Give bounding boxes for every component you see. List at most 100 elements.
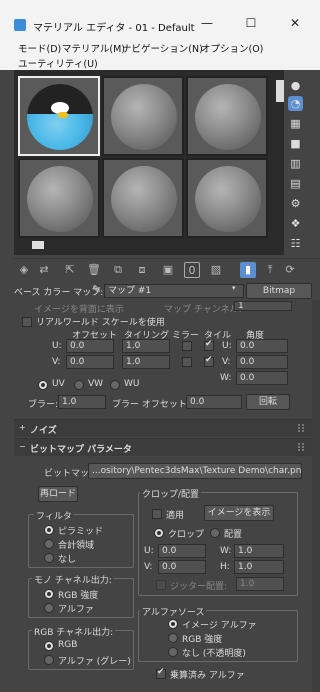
rotate-button[interactable]: 回転 [246,394,290,410]
menu-mode[interactable]: モード(D) [18,41,61,55]
put-library-icon[interactable]: ▣ [160,262,176,278]
map-name-field[interactable]: マップ #1 [104,284,244,298]
chevron-down-icon[interactable]: ▾ [232,284,236,292]
sample-slot-5[interactable] [102,158,184,238]
get-material-icon[interactable]: ◈ [16,262,32,278]
title-bar: マテリアル エディタ - 01 - Default — ☐ ✕ [0,0,320,38]
place-radio[interactable] [210,528,220,538]
menu-material[interactable]: マテリアル(M) [62,41,125,55]
material-id-icon[interactable]: 0 [184,262,200,278]
alpha-source-title: アルファソース [140,605,207,618]
menu-options[interactable]: オプション(O) [201,41,263,55]
bitmap-params-rollout-header[interactable]: − ビットマップ パラメータ [14,438,312,456]
u-offset-field[interactable]: 0.0 [66,339,114,353]
crop-u-label: U: [144,546,154,556]
side-toolbar: ● ◔ ▦ ■ ▥ ▤ ⚙ ❖ ☷ [284,70,320,255]
v-tile-checkbox[interactable] [204,355,214,367]
close-button[interactable]: ✕ [284,12,306,34]
filter-none-radio[interactable] [44,553,54,563]
u-mirror-checkbox[interactable] [182,341,192,351]
drag-handle-icon[interactable] [298,443,304,451]
show-end-result-icon[interactable]: ▮ [240,262,256,278]
maximize-button[interactable]: ☐ [240,12,262,34]
make-unique-icon[interactable]: ⧈ [134,262,150,278]
show-map-icon[interactable]: ▧ [208,262,224,278]
drag-handle-icon[interactable] [298,424,304,432]
filter-pyramid-radio[interactable] [44,525,54,535]
u-angle-field[interactable]: 0.0 [236,339,288,353]
u-tile-checkbox[interactable] [204,339,214,351]
premultiplied-alpha-checkbox[interactable] [156,667,166,679]
uv-radio[interactable] [38,380,48,390]
backlight-icon[interactable]: ◔ [288,96,303,111]
alpha-none-label: なし (不透明度) [182,649,246,659]
menu-utilities[interactable]: ユーティリティ(U) [18,56,98,70]
crop-h-field[interactable]: 1.0 [234,560,284,574]
jitter-field[interactable]: 1.0 [236,577,284,591]
u-label: U: [52,341,62,351]
blur-offset-field[interactable]: 0.0 [186,395,242,409]
real-world-scale-checkbox[interactable] [22,317,32,327]
v-label: V: [52,357,61,367]
v-tiling-field[interactable]: 1.0 [122,355,170,369]
rgb-output-rgb-radio[interactable] [44,641,54,651]
material-map-navigator-icon[interactable]: ☷ [288,236,303,251]
noise-rollout-header[interactable]: + ノイズ [14,419,312,437]
sample-slot-3[interactable] [186,76,268,156]
go-sibling-icon[interactable]: ⟳ [282,262,298,278]
make-preview-icon[interactable]: ▤ [288,176,303,191]
slots-horizontal-scrollbar[interactable] [32,241,44,249]
v-offset-field[interactable]: 0.0 [66,355,114,369]
sample-slot-4[interactable] [18,158,100,238]
material-preview-sphere [195,84,261,150]
show-image-button[interactable]: イメージを表示 [204,505,274,521]
sample-slot-6[interactable] [186,158,268,238]
options-icon[interactable]: ⚙ [288,196,303,211]
map-channel-field[interactable]: 1 [234,301,292,311]
parameters-scrollbar[interactable] [312,300,320,692]
mono-output-title: モノ チャネル出力: [32,573,114,586]
reload-button[interactable]: 再ロード [38,486,78,502]
put-material-icon[interactable]: ⇄ [36,262,52,278]
uv-tiling-icon[interactable]: ■ [288,136,303,151]
map-type-button[interactable]: Bitmap [246,283,312,299]
video-check-icon[interactable]: ▥ [288,156,303,171]
sample-type-icon[interactable]: ● [288,78,303,93]
reset-icon[interactable]: 🗑 [86,262,102,278]
blur-field[interactable]: 1.0 [58,395,106,409]
make-copy-icon[interactable]: ⧉ [110,262,126,278]
go-parent-icon[interactable]: ⤒ [262,262,278,278]
v-angle-field[interactable]: 0.0 [236,355,288,369]
u-tiling-field[interactable]: 1.0 [122,339,170,353]
minimize-button[interactable]: — [196,12,218,34]
alpha-image-radio[interactable] [168,619,178,629]
assign-material-icon[interactable]: ⇱ [62,262,78,278]
mono-alpha-radio[interactable] [44,603,54,613]
slots-vertical-scrollbar[interactable] [276,80,284,102]
w-angle-field[interactable]: 0.0 [236,371,288,385]
app-icon [14,19,26,31]
crop-w-field[interactable]: 1.0 [234,544,284,558]
alpha-rgb-intensity-radio[interactable] [168,633,178,643]
sample-slot-2[interactable] [102,76,184,156]
alpha-none-radio[interactable] [168,647,178,657]
vw-radio[interactable] [74,380,84,390]
crop-v-field[interactable]: 0.0 [158,560,206,574]
mono-rgb-intensity-radio[interactable] [44,589,54,599]
apply-checkbox[interactable] [152,509,162,519]
v-angle-label: V: [222,357,231,367]
filter-summed-area-radio[interactable] [44,539,54,549]
menu-navigation[interactable]: ナビゲーション(N) [122,41,203,55]
crop-radio[interactable] [154,528,164,538]
crop-w-label: W: [220,546,232,556]
v-mirror-checkbox[interactable] [182,357,192,367]
bitmap-path-button[interactable]: ...ository\Pentec3dsMax\Texture Demo\cha… [88,463,302,479]
jitter-checkbox[interactable] [156,580,166,590]
wu-radio[interactable] [110,380,120,390]
eyedropper-icon[interactable]: ✎ [92,283,101,296]
crop-u-field[interactable]: 0.0 [158,544,206,558]
sample-slot-1[interactable] [18,76,100,156]
background-icon[interactable]: ▦ [288,116,303,131]
select-by-material-icon[interactable]: ❖ [288,216,303,231]
rgb-output-alpha-radio[interactable] [44,655,54,665]
